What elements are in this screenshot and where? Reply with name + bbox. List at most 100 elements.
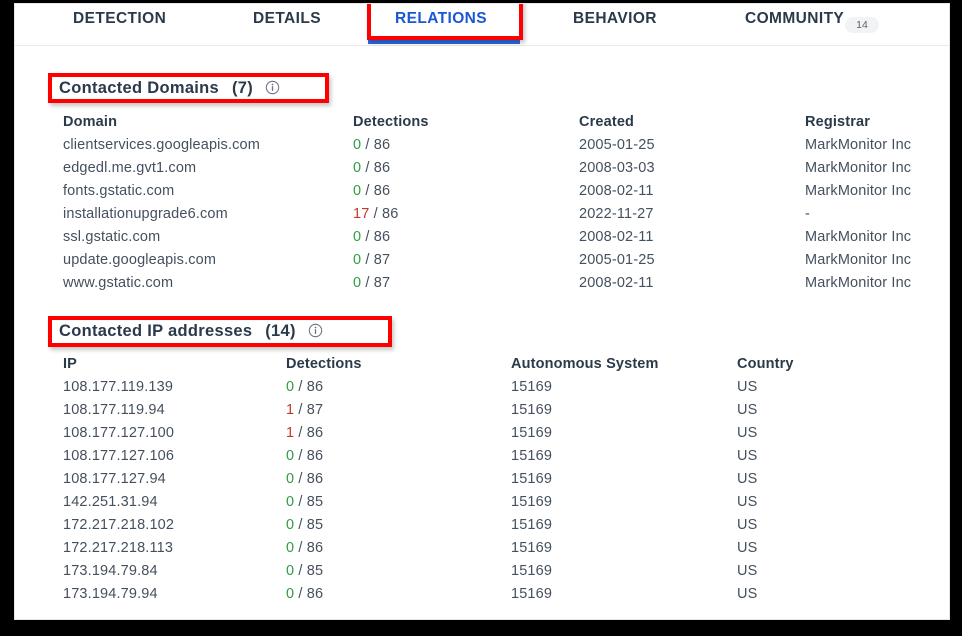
detections-value: 0 / 86 — [286, 540, 323, 556]
detections-value: 0 / 86 — [286, 379, 323, 395]
ip-address: 108.177.119.139 — [63, 379, 174, 395]
table-row[interactable]: clientservices.googleapis.com 0 / 86 2005-… — [15, 137, 949, 160]
detection-separator: / — [369, 206, 382, 222]
table-row[interactable]: www.gstatic.com 0 / 87 2008-02-11 MarkMonit… — [15, 275, 949, 298]
detection-count: 0 — [353, 229, 362, 245]
ip-address: 172.217.218.113 — [63, 540, 174, 556]
country-code: US — [737, 402, 758, 418]
active-tab-underline — [368, 40, 520, 44]
tab-detection[interactable]: DETECTION — [73, 10, 166, 28]
detection-count: 1 — [286, 425, 295, 441]
autonomous-system: 15169 — [511, 471, 553, 487]
detection-count: 1 — [286, 402, 295, 418]
country-code: US — [737, 563, 758, 579]
created-date: 2008-02-11 — [579, 275, 654, 291]
detection-total: 86 — [373, 229, 391, 245]
domain-name: update.googleapis.com — [63, 252, 217, 268]
domain-name: edgedl.me.gvt1.com — [63, 160, 197, 176]
table-row[interactable]: update.googleapis.com 0 / 87 2005-01-25 Mar… — [15, 252, 949, 275]
detection-separator: / — [294, 471, 307, 487]
tab-community[interactable]: COMMUNITY — [745, 10, 844, 28]
detection-separator: / — [294, 379, 307, 395]
table-row[interactable]: 108.177.127.94 0 / 86 15169 US — [15, 471, 949, 494]
table-row[interactable]: 108.177.127.106 0 / 86 15169 US — [15, 448, 949, 471]
registrar-name: MarkMonitor Inc — [805, 275, 912, 291]
table-row[interactable]: fonts.gstatic.com 0 / 86 2008-02-11 MarkMon… — [15, 183, 949, 206]
table-row[interactable]: edgedl.me.gvt1.com 0 / 86 2008-03-03 MarkMo… — [15, 160, 949, 183]
country-code: US — [737, 494, 758, 510]
detection-count: 0 — [286, 517, 295, 533]
detection-total: 86 — [373, 137, 391, 153]
detection-total: 86 — [306, 471, 324, 487]
detections-value: 17 / 86 — [353, 206, 398, 222]
table-row[interactable]: ssl.gstatic.com 0 / 86 2008-02-11 MarkMonit… — [15, 229, 949, 252]
detections-value: 0 / 86 — [353, 137, 390, 153]
detection-separator: / — [294, 494, 307, 510]
registrar-name: MarkMonitor Inc — [805, 160, 912, 176]
screenshot-frame: DETECTION DETAILS RELATIONS BEHAVIOR COMMUNI… — [0, 0, 962, 636]
domain-name: fonts.gstatic.com — [63, 183, 175, 199]
autonomous-system: 15169 — [511, 448, 553, 464]
country-code: US — [737, 379, 758, 395]
table-row[interactable]: 172.217.218.113 0 / 86 15169 US — [15, 540, 949, 563]
detection-separator: / — [294, 586, 307, 602]
table-row[interactable]: 173.194.79.84 0 / 85 15169 US — [15, 563, 949, 586]
autonomous-system: 15169 — [511, 517, 553, 533]
column-header-detections: Detections — [286, 356, 362, 372]
autonomous-system: 15169 — [511, 379, 553, 395]
registrar-name: MarkMonitor Inc — [805, 252, 912, 268]
contacted-domains-title: Contacted Domains — [59, 79, 220, 97]
ip-address: 172.217.218.102 — [63, 517, 175, 533]
table-row[interactable]: 108.177.119.94 1 / 87 15169 US — [15, 402, 949, 425]
table-row[interactable]: 173.194.79.94 0 / 86 15169 US — [15, 586, 949, 609]
detection-separator: / — [294, 563, 307, 579]
tab-bar: DETECTION DETAILS RELATIONS BEHAVIOR COMMUNI… — [15, 4, 949, 46]
table-row[interactable]: 108.177.119.139 0 / 86 15169 US — [15, 379, 949, 402]
detection-total: 87 — [306, 402, 324, 418]
table-row[interactable]: 172.217.218.102 0 / 85 15169 US — [15, 517, 949, 540]
domain-name: clientservices.googleapis.com — [63, 137, 260, 153]
registrar-name: - — [805, 206, 810, 222]
domain-name: www.gstatic.com — [63, 275, 174, 291]
column-header-ip: IP — [63, 356, 77, 372]
contacted-ips-table: IP Detections Autonomous System Country 108.… — [15, 356, 949, 609]
detection-total: 86 — [381, 206, 399, 222]
ip-address: 108.177.127.100 — [63, 425, 175, 441]
detection-count: 0 — [353, 252, 362, 268]
detection-total: 86 — [373, 160, 391, 176]
tab-details[interactable]: DETAILS — [253, 10, 321, 28]
detection-total: 86 — [306, 379, 324, 395]
column-header-registrar: Registrar — [805, 114, 871, 130]
table-row[interactable]: 108.177.127.100 1 / 86 15169 US — [15, 425, 949, 448]
detection-total: 86 — [373, 183, 391, 199]
relations-panel-card: DETECTION DETAILS RELATIONS BEHAVIOR COMMUNI… — [14, 3, 950, 620]
detection-total: 87 — [373, 252, 391, 268]
detection-separator: / — [361, 229, 374, 245]
detection-separator: / — [294, 402, 307, 418]
detection-count: 0 — [353, 275, 362, 291]
table-header-row: Domain Detections Created Registrar — [15, 114, 949, 137]
detection-count: 0 — [286, 494, 295, 510]
detection-count: 0 — [353, 160, 362, 176]
info-circle-icon[interactable] — [308, 323, 323, 343]
detection-count: 0 — [286, 379, 295, 395]
ip-address: 142.251.31.94 — [63, 494, 158, 510]
detection-count: 0 — [286, 563, 295, 579]
column-header-domain: Domain — [63, 114, 118, 130]
detections-value: 0 / 85 — [286, 494, 323, 510]
table-row[interactable]: installationupgrade6.com 17 / 86 2022-11-2… — [15, 206, 949, 229]
column-header-country: Country — [737, 356, 794, 372]
tab-behavior[interactable]: BEHAVIOR — [573, 10, 657, 28]
detection-total: 86 — [306, 448, 324, 464]
detections-value: 0 / 87 — [353, 252, 390, 268]
tab-relations[interactable]: RELATIONS — [395, 10, 487, 28]
autonomous-system: 15169 — [511, 586, 553, 602]
domain-name: ssl.gstatic.com — [63, 229, 161, 245]
info-circle-icon[interactable] — [265, 80, 280, 100]
registrar-name: MarkMonitor Inc — [805, 137, 912, 153]
detections-value: 0 / 86 — [353, 160, 390, 176]
detections-value: 1 / 86 — [286, 425, 323, 441]
detections-value: 0 / 85 — [286, 517, 323, 533]
detections-value: 0 / 86 — [286, 471, 323, 487]
table-row[interactable]: 142.251.31.94 0 / 85 15169 US — [15, 494, 949, 517]
